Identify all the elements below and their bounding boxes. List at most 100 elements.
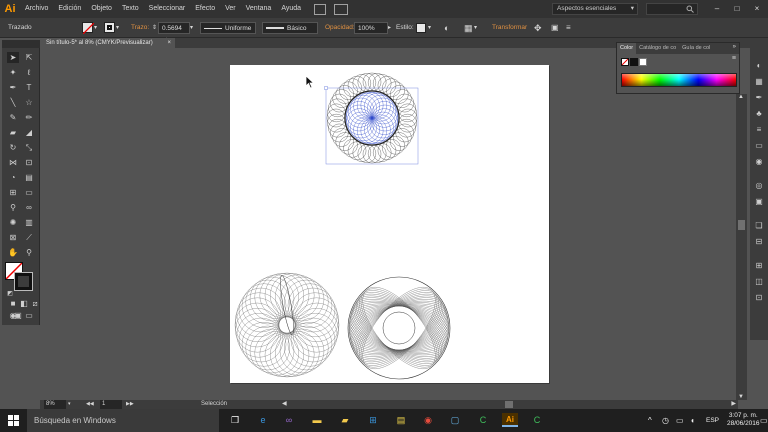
align-dropdown-icon[interactable]: ▾	[474, 22, 477, 34]
fill-dropdown-icon[interactable]: ▾	[94, 22, 97, 34]
panel-menu-icon[interactable]: ≡	[566, 22, 571, 34]
stroke-weight-field[interactable]: 0.5694 pt	[158, 22, 190, 44]
symbols-icon[interactable]: ♣	[753, 108, 765, 119]
network-icon[interactable]: ▭	[676, 409, 684, 432]
stroke-dropdown-icon[interactable]: ▾	[116, 22, 119, 34]
artwork-canvas[interactable]	[230, 65, 549, 383]
camtasia-recorder-icon[interactable]: C	[530, 413, 544, 427]
fill-swatch[interactable]	[82, 22, 95, 35]
style-dropdown-icon[interactable]: ▾	[428, 22, 431, 34]
tab-color-guide[interactable]: Guía de col	[679, 43, 713, 54]
language-indicator[interactable]: ESP	[706, 409, 719, 432]
none-mode-icon[interactable]: ⧄	[29, 298, 41, 309]
windows-start-icon[interactable]	[8, 415, 19, 426]
isolate-icon[interactable]: ▣	[551, 22, 559, 34]
paintbrush-tool-icon[interactable]: ✎	[7, 112, 19, 123]
blend-tool-icon[interactable]: ∞	[23, 202, 35, 213]
width-tool-icon[interactable]: ⋈	[7, 157, 19, 168]
folder-icon[interactable]: ▰	[338, 413, 352, 427]
transform-link[interactable]: Transformar	[492, 22, 527, 34]
eyedropper-icon[interactable]: ⚲	[7, 202, 19, 213]
stroke-swatch[interactable]	[104, 22, 115, 33]
stroke-panel-icon[interactable]: ≡	[753, 124, 765, 135]
search-field[interactable]	[646, 3, 698, 15]
screen-mode-toggle-icon[interactable]: ▣	[12, 310, 24, 321]
first-artboard-icon[interactable]: ◀◀	[86, 400, 94, 409]
close-icon[interactable]: ×	[750, 2, 764, 15]
clock[interactable]: 3:07 p. m. 28/06/2016	[727, 412, 760, 428]
zoom-dropdown-icon[interactable]: ▾	[68, 400, 71, 409]
edge-icon[interactable]: e	[256, 413, 270, 427]
taskbar-search-box[interactable]: Búsqueda en Windows	[27, 409, 219, 432]
transform-icon[interactable]: ✥	[534, 22, 542, 34]
illustrator-taskbar-icon[interactable]: Ai	[502, 413, 518, 427]
document-tab[interactable]: Sin título-5* al 8% (CMYK/Previsualizar)…	[40, 38, 175, 48]
stroke-color-icon[interactable]	[15, 273, 32, 290]
swatches-icon[interactable]: ▦	[753, 76, 765, 87]
menu-ayuda[interactable]: Ayuda	[276, 0, 306, 18]
white-swatch[interactable]	[639, 58, 647, 66]
scroll-up-icon[interactable]: ▲	[738, 94, 744, 100]
notes-app-icon[interactable]: ▤	[394, 413, 408, 427]
arrange-documents-icon[interactable]	[334, 3, 349, 15]
menu-texto[interactable]: Texto	[117, 0, 144, 18]
vertical-scroll-thumb[interactable]	[738, 220, 745, 230]
tab-color[interactable]: Color	[617, 43, 637, 54]
lasso-tool-icon[interactable]: ℓ	[23, 67, 35, 78]
bridge-icon[interactable]	[314, 3, 327, 15]
notifications-icon[interactable]: ▭	[760, 409, 768, 432]
visual-studio-icon[interactable]: ∞	[282, 413, 296, 427]
horizontal-scrollbar[interactable]: ◀ ▶	[228, 400, 738, 409]
black-swatch[interactable]	[630, 58, 638, 66]
opacity-label[interactable]: Opacidad:	[325, 22, 355, 34]
type-tool-icon[interactable]: T	[23, 82, 35, 93]
recolor-icon[interactable]: ◐	[444, 22, 449, 34]
tab-color-catalog[interactable]: Catálogo de co	[636, 43, 679, 54]
rotated-ellipse-circle[interactable]	[344, 276, 453, 381]
pen-tool-icon[interactable]: ✒	[7, 82, 19, 93]
chrome-icon[interactable]: ◉	[421, 413, 435, 427]
selection-tool-icon[interactable]: ➤	[7, 52, 19, 63]
direct-selection-tool-icon[interactable]: ⇱	[23, 52, 35, 63]
workspace-switcher[interactable]: Aspectos esenciales ▾	[552, 3, 638, 15]
variable-width-profile[interactable]: Uniforme	[200, 22, 256, 34]
petal-circle-left[interactable]	[234, 272, 340, 378]
align-icon[interactable]: ▦	[464, 22, 473, 34]
align-panel-icon[interactable]: ⊞	[753, 260, 765, 271]
magic-wand-icon[interactable]: ✦	[7, 67, 19, 78]
pathfinder-icon[interactable]: ◫	[753, 276, 765, 287]
opacity-dropdown-icon[interactable]: ▸	[388, 22, 391, 34]
fill-swatch-small[interactable]	[621, 58, 629, 66]
zoom-field[interactable]: 8%	[44, 400, 66, 409]
minimize-icon[interactable]: –	[710, 2, 724, 15]
layers-icon[interactable]: ❏	[753, 220, 765, 231]
screen-mode-icon[interactable]: ▭	[23, 310, 35, 321]
color-panel-icon[interactable]: ◐	[753, 60, 765, 71]
hand-tool-icon[interactable]: ✋	[7, 247, 19, 258]
menu-archivo[interactable]: Archivo	[20, 0, 53, 18]
opacity-field[interactable]: 100%	[354, 22, 388, 34]
perspective-grid-icon[interactable]: ▤	[23, 172, 35, 183]
artboards-panel-icon[interactable]: ⊟	[753, 236, 765, 247]
scale-tool-icon[interactable]: ⤡	[23, 142, 35, 153]
store-icon[interactable]: ⊞	[366, 413, 380, 427]
pencil-tool-icon[interactable]: ✏	[23, 112, 35, 123]
tray-chevron-icon[interactable]: ^	[648, 409, 652, 432]
menu-ventana[interactable]: Ventana	[241, 0, 277, 18]
horizontal-scroll-thumb[interactable]	[505, 401, 513, 408]
scroll-left-icon[interactable]: ◀	[282, 400, 287, 409]
column-graph-icon[interactable]: ▥	[23, 217, 35, 228]
scroll-right-icon[interactable]: ▶	[731, 400, 736, 409]
shape-builder-icon[interactable]: ◔	[7, 172, 19, 183]
blend-circle-selected[interactable]	[324, 72, 419, 165]
mesh-tool-icon[interactable]: ⊞	[7, 187, 19, 198]
slice-tool-icon[interactable]: ⟋	[23, 232, 35, 243]
transform-panel-icon[interactable]: ⊡	[753, 292, 765, 303]
file-explorer-icon[interactable]: ▬	[310, 413, 324, 427]
menu-ver[interactable]: Ver	[220, 0, 241, 18]
menu-efecto[interactable]: Efecto	[190, 0, 220, 18]
gradient-tool-icon[interactable]: ▭	[23, 187, 35, 198]
artboard[interactable]	[230, 65, 549, 383]
menu-seleccionar[interactable]: Seleccionar	[144, 0, 191, 18]
maximize-icon[interactable]: □	[730, 2, 744, 15]
